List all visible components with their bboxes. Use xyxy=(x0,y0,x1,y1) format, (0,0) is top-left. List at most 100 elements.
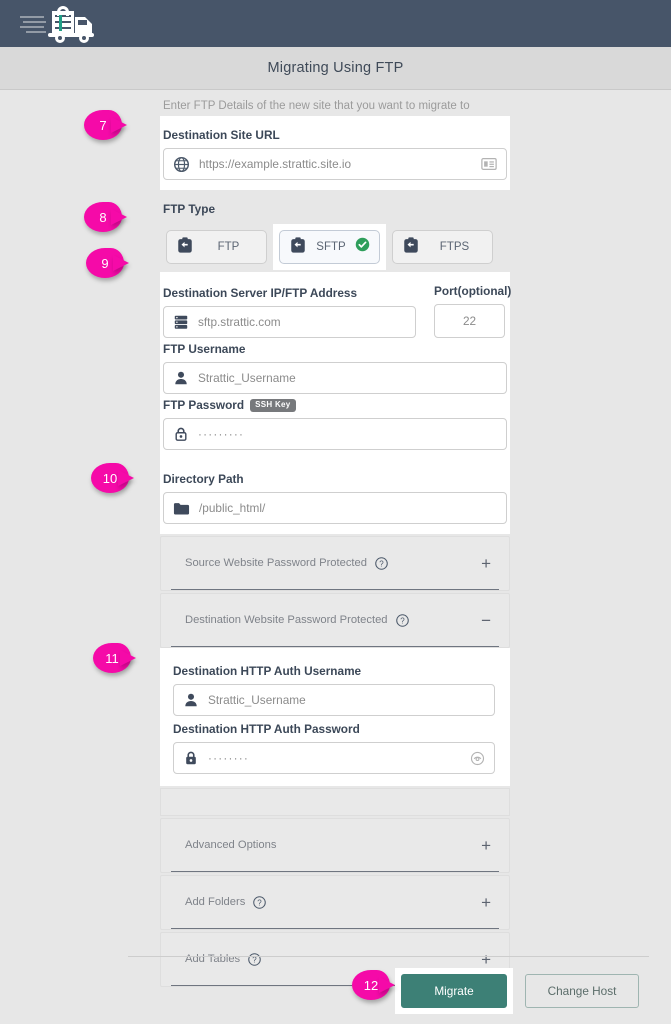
port-input[interactable]: 22 xyxy=(434,304,505,338)
svg-text:?: ? xyxy=(258,898,263,907)
accordion-label: Destination Website Password Protected xyxy=(185,614,388,626)
accordion-header-advanced-options[interactable]: Advanced Options + xyxy=(171,819,499,872)
page-title: Migrating Using FTP xyxy=(267,60,404,76)
accordion-header-add-folders[interactable]: Add Folders ? + xyxy=(171,876,499,929)
accordion-label: Source Website Password Protected xyxy=(185,557,367,569)
ssh-key-badge[interactable]: SSH Key xyxy=(250,398,296,412)
moving-truck-lock-logo xyxy=(20,5,94,43)
callout-marker-10: 10 xyxy=(91,463,143,493)
eye-reveal-icon[interactable] xyxy=(470,751,485,766)
marker-tip xyxy=(113,255,129,271)
accordion-label: Add Folders xyxy=(185,896,246,908)
server-icon xyxy=(173,314,189,330)
accordion-header-destination-password[interactable]: Destination Website Password Protected ?… xyxy=(171,594,499,647)
migration-wizard-screen: Migrating Using FTP Enter FTP Details of… xyxy=(0,0,671,1024)
accordion-add-folders: Add Folders ? + xyxy=(160,875,510,930)
marker-number: 11 xyxy=(105,650,119,666)
user-icon xyxy=(173,370,189,386)
destination-url-panel: Destination Site URL https://example.str… xyxy=(160,116,510,190)
change-host-button[interactable]: Change Host xyxy=(525,973,639,1008)
http-auth-password-input[interactable]: ········ xyxy=(173,742,495,774)
ftp-username-input[interactable]: Strattic_Username xyxy=(163,362,507,394)
ftp-upload-icon xyxy=(176,236,194,259)
ftp-type-label-sftp: SFTP xyxy=(316,241,346,253)
ftp-upload-icon xyxy=(289,236,307,259)
accordion-toggle-sign[interactable]: + xyxy=(481,894,495,911)
accordion-toggle-sign[interactable]: − xyxy=(481,612,495,629)
app-header xyxy=(0,0,671,47)
http-auth-username-value: Strattic_Username xyxy=(208,693,306,707)
user-icon xyxy=(183,692,199,708)
callout-marker-8: 8 xyxy=(84,202,136,232)
ftp-username-label: FTP Username xyxy=(163,342,246,356)
callout-marker-12: 12 xyxy=(352,970,404,1000)
callout-marker-11: 11 xyxy=(93,643,145,673)
marker-number: 10 xyxy=(102,470,118,486)
accordion-spacer xyxy=(160,788,510,816)
server-credentials-panel: Destination Server IP/FTP Address sftp.s… xyxy=(160,272,512,460)
marker-tip xyxy=(111,117,127,133)
ftp-type-label-ftp: FTP xyxy=(217,241,240,253)
marker-tip xyxy=(111,209,127,225)
help-icon[interactable]: ? xyxy=(253,895,267,909)
marker-number: 8 xyxy=(99,209,107,225)
callout-marker-9: 9 xyxy=(86,248,138,278)
server-value: sftp.strattic.com xyxy=(198,315,281,329)
accordion-destination-password: Destination Website Password Protected ?… xyxy=(160,593,510,648)
marker-number: 9 xyxy=(101,255,109,271)
folder-icon xyxy=(173,501,190,516)
directory-path-label: Directory Path xyxy=(163,472,244,486)
ftp-type-label: FTP Type xyxy=(163,202,216,216)
server-input[interactable]: sftp.strattic.com xyxy=(163,306,416,338)
form-content: Enter FTP Details of the new site that y… xyxy=(0,90,671,1024)
port-column: Port(optional) 22 xyxy=(434,280,512,338)
ftp-type-option-sftp[interactable]: SFTP xyxy=(279,230,380,264)
ftp-username-value: Strattic_Username xyxy=(198,371,296,385)
ftp-type-options: FTP SFTP FTPS xyxy=(160,224,510,270)
form-hint: Enter FTP Details of the new site that y… xyxy=(163,100,470,112)
globe-icon xyxy=(173,156,190,173)
svg-text:?: ? xyxy=(379,559,384,568)
lock-icon xyxy=(183,750,199,766)
lock-icon xyxy=(173,426,189,442)
http-auth-password-label: Destination HTTP Auth Password xyxy=(173,722,360,736)
accordion-label: Advanced Options xyxy=(185,839,277,851)
http-auth-username-input[interactable]: Strattic_Username xyxy=(173,684,495,716)
marker-tip xyxy=(379,977,395,993)
marker-number: 12 xyxy=(363,977,379,993)
form-column: Enter FTP Details of the new site that y… xyxy=(160,90,512,987)
ftp-type-cell-sftp: SFTP xyxy=(273,224,386,270)
accordion-toggle-sign[interactable]: + xyxy=(481,837,495,854)
marker-number: 7 xyxy=(99,117,107,133)
server-label: Destination Server IP/FTP Address xyxy=(163,286,358,300)
directory-path-panel: Directory Path /public_html/ xyxy=(160,460,510,534)
port-label: Port(optional) xyxy=(434,284,512,298)
ftp-password-input[interactable]: ········· xyxy=(163,418,507,450)
destination-url-value: https://example.strattic.site.io xyxy=(199,157,352,171)
marker-tip xyxy=(120,650,136,666)
accordion-header-source-password[interactable]: Source Website Password Protected ? + xyxy=(171,537,499,590)
migrate-button[interactable]: Migrate xyxy=(401,973,507,1008)
callout-marker-7: 7 xyxy=(84,110,136,140)
ftp-password-label-row: FTP Password SSH Key xyxy=(163,398,507,412)
page-title-bar: Migrating Using FTP xyxy=(0,47,671,90)
ftp-type-label-ftps: FTPS xyxy=(439,241,470,253)
accordion-toggle-sign[interactable]: + xyxy=(481,555,495,572)
green-check-icon xyxy=(355,237,370,257)
accordion-source-password: Source Website Password Protected ? + xyxy=(160,536,510,591)
server-port-row: Destination Server IP/FTP Address sftp.s… xyxy=(163,280,512,338)
ftp-type-option-ftps[interactable]: FTPS xyxy=(392,230,493,264)
accordion-advanced-options: Advanced Options + xyxy=(160,818,510,873)
ftp-type-option-ftp[interactable]: FTP xyxy=(166,230,267,264)
destination-url-input[interactable]: https://example.strattic.site.io xyxy=(163,148,507,180)
directory-path-input[interactable]: /public_html/ xyxy=(163,492,507,524)
help-icon[interactable]: ? xyxy=(395,613,409,627)
id-card-icon[interactable] xyxy=(481,157,497,171)
http-auth-username-label: Destination HTTP Auth Username xyxy=(173,664,362,678)
ftp-type-cell-ftps: FTPS xyxy=(386,224,499,270)
marker-tip xyxy=(118,470,134,486)
help-icon[interactable]: ? xyxy=(375,556,388,570)
http-auth-password-value: ········ xyxy=(208,751,250,765)
ftp-type-cell-ftp: FTP xyxy=(160,224,273,270)
migrate-button-highlight: Migrate xyxy=(395,967,513,1014)
